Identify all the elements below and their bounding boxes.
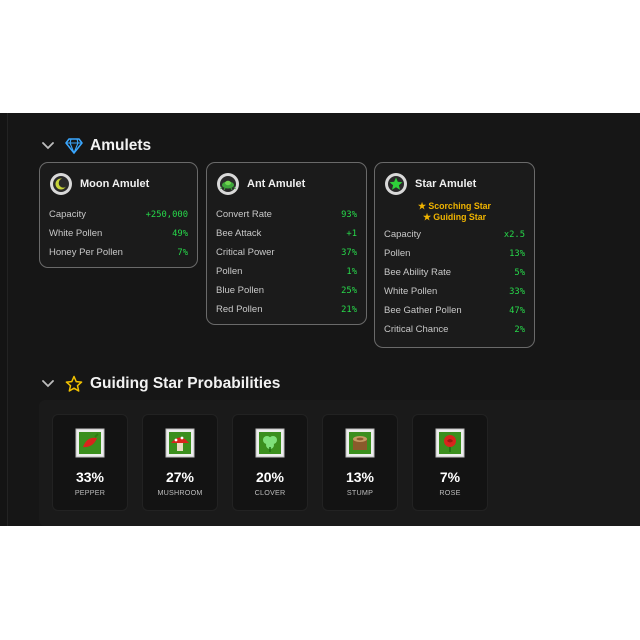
moon-amulet-card: Moon Amulet Capacity +250,000 White Poll… (39, 162, 198, 268)
stat-value: 93% (341, 209, 357, 220)
probability-panel: 33% PEPPER 27% MUSHROOM 20% CLOVER 13% S… (39, 400, 640, 526)
card-title: Ant Amulet (247, 178, 306, 190)
ant-icon (217, 173, 239, 195)
left-sidebar-edge (0, 113, 8, 526)
stat-row: Critical Chance 2% (375, 320, 534, 339)
stat-label: Convert Rate (216, 209, 272, 220)
field-name: STUMP (346, 488, 374, 497)
stat-label: Pollen (216, 266, 243, 277)
mushroom-icon (165, 428, 195, 458)
pepper-icon (75, 428, 105, 458)
stat-value: 25% (341, 285, 357, 296)
chevron-down-icon[interactable] (40, 376, 56, 392)
stat-label: Bee Attack (216, 228, 262, 239)
stat-value: 49% (172, 228, 188, 239)
stat-label: Critical Power (216, 247, 275, 258)
field-name: PEPPER (74, 488, 106, 497)
stat-value: 37% (341, 247, 357, 258)
field-card-clover: 20% CLOVER (232, 414, 308, 511)
field-percent: 27% (165, 469, 195, 485)
stat-row: Convert Rate 93% (207, 205, 366, 224)
stat-label: Critical Chance (384, 324, 449, 335)
stat-value: 1% (346, 266, 357, 277)
stat-row: Red Pollen 21% (207, 300, 366, 319)
clover-icon (255, 428, 285, 458)
field-percent: 20% (255, 469, 285, 485)
field-name: ROSE (439, 488, 461, 497)
field-name: CLOVER (254, 488, 286, 497)
passive-guiding-star: ★ Guiding Star (422, 212, 487, 222)
stat-row: Blue Pollen 25% (207, 281, 366, 300)
card-title: Moon Amulet (80, 178, 150, 190)
card-title: Star Amulet (415, 178, 477, 190)
stat-label: Red Pollen (216, 304, 263, 315)
stat-row: Critical Power 37% (207, 243, 366, 262)
chevron-down-icon[interactable] (40, 138, 56, 154)
stat-row: Bee Attack +1 (207, 224, 366, 243)
field-card-pepper: 33% PEPPER (52, 414, 128, 511)
guiding-star-section-title: Guiding Star Probabilities (90, 375, 281, 392)
ant-amulet-card: Ant Amulet Convert Rate 93% Bee Attack +… (206, 162, 367, 325)
field-percent: 13% (345, 469, 375, 485)
field-percent: 7% (439, 469, 461, 485)
stat-row: Bee Ability Rate 5% (375, 263, 534, 282)
field-card-mushroom: 27% MUSHROOM (142, 414, 218, 511)
stat-label: Capacity (49, 209, 86, 220)
stat-row: Pollen 1% (207, 262, 366, 281)
stat-value: 21% (341, 304, 357, 315)
stat-value: 33% (509, 286, 525, 297)
stat-value: +1 (346, 228, 357, 239)
gem-icon (64, 136, 84, 156)
amulets-section-header[interactable]: Amulets (40, 136, 151, 156)
field-card-stump: 13% STUMP (322, 414, 398, 511)
stat-label: Capacity (384, 229, 421, 240)
stat-row: Capacity x2.5 (375, 225, 534, 244)
stat-value: 47% (509, 305, 525, 316)
stump-icon (345, 428, 375, 458)
stat-label: Bee Gather Pollen (384, 305, 462, 316)
stat-row: Honey Per Pollen 7% (40, 243, 197, 262)
rose-icon (435, 428, 465, 458)
stat-value: 7% (177, 247, 188, 258)
stat-label: White Pollen (49, 228, 103, 239)
passive-scorching-star: ★ Scorching Star (418, 201, 491, 211)
app-window: Amulets Moon Amulet Capacity +250,000 Wh… (0, 113, 640, 526)
stat-row: White Pollen 49% (40, 224, 197, 243)
star-outline-icon (64, 374, 84, 394)
stat-label: Pollen (384, 248, 411, 259)
moon-icon (50, 173, 72, 195)
stat-label: Bee Ability Rate (384, 267, 452, 278)
star-icon (385, 173, 407, 195)
stat-value: 2% (514, 324, 525, 335)
stat-value: x2.5 (503, 229, 525, 240)
stat-row: Pollen 13% (375, 244, 534, 263)
field-card-rose: 7% ROSE (412, 414, 488, 511)
stat-value: 13% (509, 248, 525, 259)
stat-value: +250,000 (145, 209, 188, 220)
stat-value: 5% (514, 267, 525, 278)
stat-label: White Pollen (384, 286, 438, 297)
stat-row: Capacity +250,000 (40, 205, 197, 224)
amulets-section-title: Amulets (90, 137, 152, 154)
stat-label: Honey Per Pollen (49, 247, 123, 258)
stat-label: Blue Pollen (216, 285, 265, 296)
guiding-star-section-header[interactable]: Guiding Star Probabilities (40, 374, 280, 394)
field-name: MUSHROOM (157, 488, 203, 497)
star-amulet-card: Star Amulet ★ Scorching Star ★ Guiding S… (374, 162, 535, 348)
field-percent: 33% (75, 469, 105, 485)
stat-row: White Pollen 33% (375, 282, 534, 301)
stat-row: Bee Gather Pollen 47% (375, 301, 534, 320)
